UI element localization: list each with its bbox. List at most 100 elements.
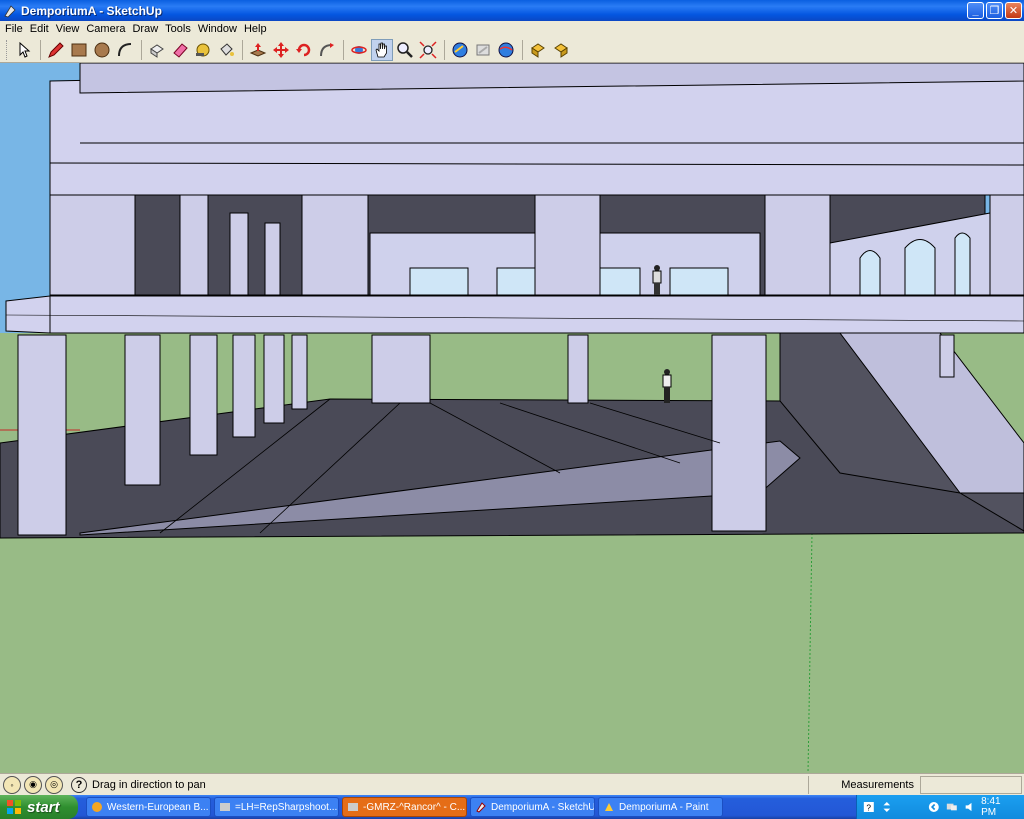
floor-slab <box>5 295 1024 334</box>
toolbar-separator <box>40 39 41 60</box>
menu-draw[interactable]: Draw <box>130 23 163 35</box>
title-bar: DemporiumA - SketchUp _ ❐ ✕ <box>0 0 1024 21</box>
lower-column <box>291 334 308 410</box>
user-icon[interactable]: ◎ <box>45 775 63 794</box>
toolbar-separator <box>444 39 445 60</box>
orbit-tool-icon[interactable] <box>348 39 370 61</box>
rotate-tool-icon[interactable] <box>293 39 315 61</box>
push-pull-tool-icon[interactable] <box>247 39 269 61</box>
taskbar-item-label: DemporiumA - Paint <box>619 801 709 813</box>
windows-taskbar: start Western-European B... =LH=RepSharp… <box>0 795 1024 819</box>
menu-bar: File Edit View Camera Draw Tools Window … <box>0 21 1024 37</box>
share-model-tool-icon[interactable] <box>472 39 494 61</box>
upper-column <box>534 194 601 296</box>
arch-opening <box>904 239 936 296</box>
geolocation-icon[interactable]: ◦ <box>3 775 21 794</box>
network-tray-icon[interactable] <box>946 800 958 814</box>
status-bar: ◦ ◉ ◎ ? Drag in direction to pan Measure… <box>0 773 1024 795</box>
arch-opening <box>859 250 881 296</box>
lower-column <box>263 334 285 424</box>
arc-tool-icon[interactable] <box>114 39 136 61</box>
menu-window[interactable]: Window <box>196 23 242 35</box>
lower-column <box>17 334 67 536</box>
upper-column <box>49 194 136 296</box>
eraser-tool-icon[interactable] <box>169 39 191 61</box>
sketchup-icon <box>476 802 486 813</box>
volume-tray-icon[interactable] <box>964 800 976 814</box>
select-tool-icon[interactable] <box>13 39 35 61</box>
modeling-viewport[interactable] <box>0 63 1024 773</box>
menu-help[interactable]: Help <box>242 23 272 35</box>
status-hint: Drag in direction to pan <box>92 778 206 791</box>
get-models-tool-icon[interactable] <box>449 39 471 61</box>
menu-file[interactable]: File <box>3 23 28 35</box>
upper-column <box>264 222 281 296</box>
taskbar-item[interactable]: DemporiumA - SketchUp <box>470 797 595 817</box>
zoom-tool-icon[interactable] <box>394 39 416 61</box>
taskbar-clock: 8:41 PM <box>981 796 1001 818</box>
maximize-button[interactable]: ❐ <box>986 2 1003 19</box>
upper-column <box>301 194 369 296</box>
lower-column <box>189 334 218 456</box>
rectangle-tool-icon[interactable] <box>68 39 90 61</box>
google-earth-tool-icon[interactable] <box>495 39 517 61</box>
taskbar-item[interactable]: =LH=RepSharpshoot... <box>214 797 339 817</box>
arch-opening <box>954 232 971 296</box>
browser-icon <box>92 802 102 812</box>
taskbar-item[interactable]: Western-European B... <box>86 797 211 817</box>
toolbar-separator <box>343 39 344 60</box>
expand-tray-icon[interactable] <box>928 800 940 814</box>
minimize-button[interactable]: _ <box>967 2 984 19</box>
taskbar-item-label: =LH=RepSharpshoot... <box>235 801 338 813</box>
window-opening <box>496 267 536 296</box>
measurements-label: Measurements <box>808 776 918 794</box>
share-component-tool-icon[interactable] <box>550 39 572 61</box>
tape-measure-tool-icon[interactable] <box>192 39 214 61</box>
start-button[interactable]: start <box>0 795 78 819</box>
menu-view[interactable]: View <box>54 23 85 35</box>
start-label: start <box>27 798 60 816</box>
sketchup-app-icon <box>4 4 16 17</box>
taskbar-item[interactable]: DemporiumA - Paint <box>598 797 723 817</box>
help-icon[interactable]: ? <box>71 776 87 793</box>
help-tray-icon[interactable]: ? <box>863 800 875 814</box>
menu-edit[interactable]: Edit <box>28 23 54 35</box>
game-icon <box>348 803 358 811</box>
window-opening <box>409 267 469 296</box>
menu-tools[interactable]: Tools <box>163 23 196 35</box>
follow-me-tool-icon[interactable] <box>316 39 338 61</box>
window-title: DemporiumA - SketchUp <box>21 3 162 18</box>
credits-icon[interactable]: ◉ <box>24 775 42 794</box>
model-scene <box>0 63 1024 773</box>
lower-column <box>371 334 431 404</box>
taskbar-item-label: DemporiumA - SketchUp <box>491 801 595 813</box>
toolbar-separator <box>242 39 243 60</box>
move-tool-icon[interactable] <box>270 39 292 61</box>
circle-tool-icon[interactable] <box>91 39 113 61</box>
make-component-tool-icon[interactable] <box>146 39 168 61</box>
paint-bucket-tool-icon[interactable] <box>215 39 237 61</box>
upper-column <box>764 194 831 296</box>
window-opening <box>669 267 729 296</box>
get-components-tool-icon[interactable] <box>527 39 549 61</box>
zoom-extents-tool-icon[interactable] <box>417 39 439 61</box>
svg-text:?: ? <box>866 802 871 812</box>
lower-column <box>939 334 955 378</box>
taskbar-item[interactable]: -GMRZ-^Rancor^ - C... <box>342 797 467 817</box>
game-icon <box>220 803 230 811</box>
menu-camera[interactable]: Camera <box>84 23 130 35</box>
close-button[interactable]: ✕ <box>1005 2 1022 19</box>
arrows-tray-icon[interactable] <box>881 800 893 814</box>
toolbar-grip[interactable] <box>6 39 9 60</box>
measurements-input[interactable] <box>920 776 1022 794</box>
taskbar-item-label: Western-European B... <box>107 801 209 813</box>
lower-column <box>232 334 256 438</box>
lower-column <box>567 334 589 404</box>
taskbar-item-label: -GMRZ-^Rancor^ - C... <box>363 801 466 813</box>
pencil-tool-icon[interactable] <box>45 39 67 61</box>
pan-tool-icon[interactable] <box>371 38 393 61</box>
upper-column <box>179 194 209 296</box>
upper-column <box>229 212 249 296</box>
main-toolbar <box>0 37 1024 63</box>
lower-column <box>124 334 161 486</box>
